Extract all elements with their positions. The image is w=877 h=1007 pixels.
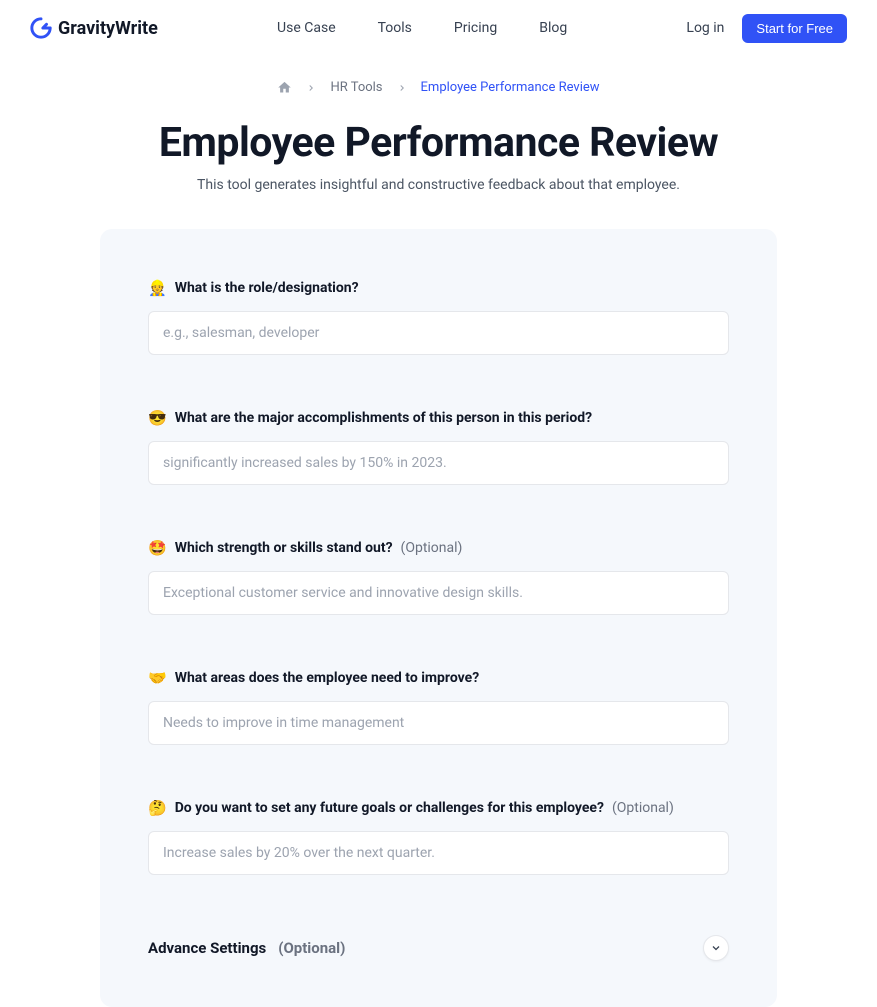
- role-input[interactable]: [148, 311, 729, 355]
- login-link[interactable]: Log in: [686, 20, 724, 36]
- breadcrumb-level-1[interactable]: HR Tools: [330, 80, 382, 95]
- nav-pricing[interactable]: Pricing: [454, 20, 497, 36]
- worker-icon: 👷: [148, 279, 167, 297]
- home-icon[interactable]: [277, 80, 292, 95]
- chevron-right-icon: [306, 83, 316, 93]
- breadcrumb: HR Tools Employee Performance Review: [0, 56, 877, 103]
- nav-blog[interactable]: Blog: [539, 20, 567, 36]
- field-strengths: 🤩 Which strength or skills stand out? (O…: [148, 539, 729, 615]
- main-nav: Use Case Tools Pricing Blog: [277, 20, 567, 36]
- logo-icon: [30, 17, 52, 39]
- logo[interactable]: GravityWrite: [30, 17, 158, 39]
- advance-toggle-button[interactable]: [703, 935, 729, 961]
- header: GravityWrite Use Case Tools Pricing Blog…: [0, 0, 877, 56]
- field-label: What is the role/designation?: [175, 280, 359, 296]
- page-title: Employee Performance Review: [0, 119, 877, 167]
- field-label: What areas does the employee need to imp…: [175, 670, 480, 686]
- breadcrumb-current: Employee Performance Review: [421, 80, 600, 95]
- start-free-button[interactable]: Start for Free: [742, 14, 847, 43]
- handshake-icon: 🤝: [148, 669, 167, 687]
- page-heading: Employee Performance Review This tool ge…: [0, 103, 877, 201]
- header-right: Log in Start for Free: [686, 14, 847, 43]
- accomplishments-input[interactable]: [148, 441, 729, 485]
- star-eyes-icon: 🤩: [148, 539, 167, 557]
- advance-settings-label: Advance Settings: [148, 939, 266, 957]
- field-label: Which strength or skills stand out?: [175, 540, 393, 556]
- field-accomplishments: 😎 What are the major accomplishments of …: [148, 409, 729, 485]
- field-improve: 🤝 What areas does the employee need to i…: [148, 669, 729, 745]
- field-label: Do you want to set any future goals or c…: [175, 800, 604, 816]
- field-label: What are the major accomplishments of th…: [175, 410, 592, 426]
- nav-use-case[interactable]: Use Case: [277, 20, 336, 36]
- advance-settings-optional: (Optional): [278, 939, 345, 957]
- field-goals: 🤔 Do you want to set any future goals or…: [148, 799, 729, 875]
- field-role: 👷 What is the role/designation?: [148, 279, 729, 355]
- sunglasses-icon: 😎: [148, 409, 167, 427]
- thinking-icon: 🤔: [148, 799, 167, 817]
- chevron-right-icon: [397, 83, 407, 93]
- form-panel: 👷 What is the role/designation? 😎 What a…: [100, 229, 777, 1007]
- page-subtitle: This tool generates insightful and const…: [0, 177, 877, 193]
- goals-input[interactable]: [148, 831, 729, 875]
- improve-input[interactable]: [148, 701, 729, 745]
- chevron-down-icon: [710, 939, 722, 958]
- advance-settings-row[interactable]: Advance Settings (Optional): [148, 929, 729, 967]
- strengths-input[interactable]: [148, 571, 729, 615]
- field-optional: (Optional): [401, 540, 463, 556]
- logo-text: GravityWrite: [58, 18, 158, 39]
- field-optional: (Optional): [612, 800, 674, 816]
- nav-tools[interactable]: Tools: [378, 20, 412, 36]
